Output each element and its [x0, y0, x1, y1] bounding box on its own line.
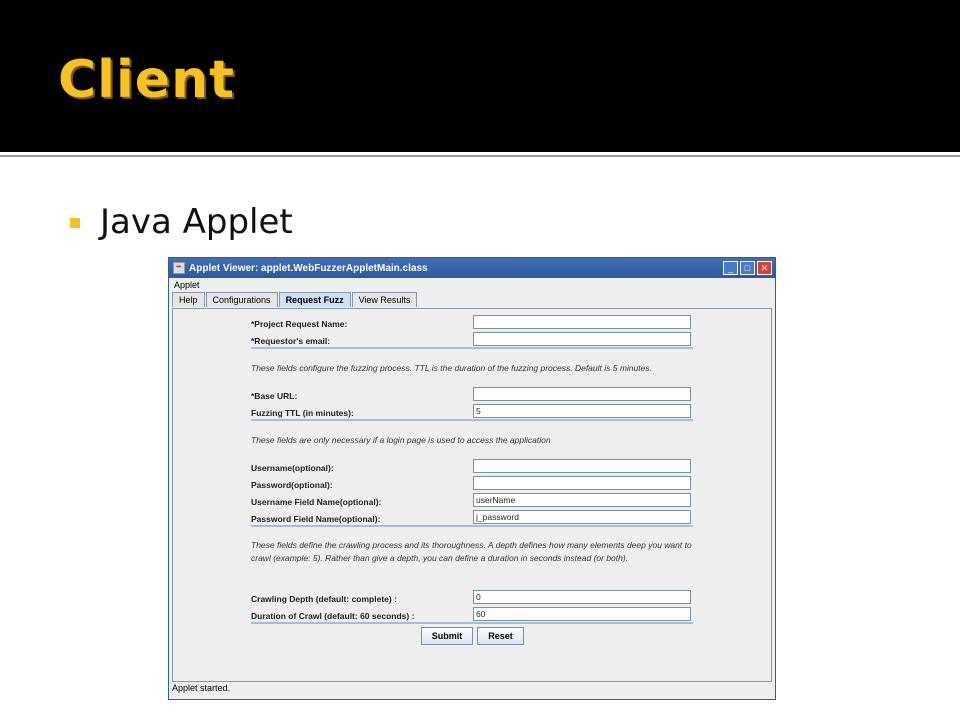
login-note: These fields are only necessary if a log… [251, 435, 551, 445]
password-field-label: Password Field Name(optional): [251, 514, 381, 524]
crawl-duration-label: Duration of Crawl (default: 60 seconds) … [251, 611, 415, 621]
fuzzing-note: These fields configure the fuzzing proce… [251, 363, 652, 373]
submit-button[interactable]: Submit [421, 627, 473, 645]
row-password-field: Password Field Name(optional): j_passwor… [251, 510, 693, 527]
header-divider [0, 155, 960, 157]
username-field-input[interactable]: userName [473, 493, 691, 507]
slide-header: Client [0, 0, 960, 152]
tab-configurations[interactable]: Configurations [205, 292, 278, 307]
tab-bar: Help Configurations Request Fuzz View Re… [169, 292, 775, 308]
row-username-field: Username Field Name(optional): userName [251, 493, 693, 510]
username-field-label: Username Field Name(optional): [251, 497, 382, 507]
password-label: Password(optional): [251, 480, 333, 490]
minimize-icon[interactable]: _ [723, 261, 738, 275]
row-requestor-email: *Requestor's email: [251, 332, 693, 349]
request-fuzz-panel: *Project Request Name: *Requestor's emai… [172, 308, 772, 682]
crawling-depth-label: Crawling Depth (default: complete) : [251, 594, 397, 604]
requestor-email-input[interactable] [473, 332, 691, 346]
applet-window: ☕ Applet Viewer: applet.WebFuzzerAppletM… [168, 257, 776, 700]
fuzzing-ttl-input[interactable]: 5 [473, 404, 691, 418]
slide-title: Client [58, 50, 235, 110]
password-input[interactable] [473, 476, 691, 490]
status-bar: Applet started. [172, 683, 231, 693]
base-url-input[interactable] [473, 387, 691, 401]
fuzzing-ttl-label: Fuzzing TTL (in minutes): [251, 408, 354, 418]
row-password: Password(optional): [251, 476, 693, 493]
tab-request-fuzz[interactable]: Request Fuzz [278, 292, 351, 307]
close-icon[interactable]: ✕ [757, 261, 772, 275]
project-request-name-input[interactable] [473, 315, 691, 329]
window-title: Applet Viewer: applet.WebFuzzerAppletMai… [189, 262, 428, 274]
reset-button[interactable]: Reset [477, 627, 524, 645]
bullet-icon [70, 218, 80, 228]
row-fuzzing-ttl: Fuzzing TTL (in minutes): 5 [251, 404, 693, 421]
bullet-text: Java Applet [100, 202, 293, 242]
username-label: Username(optional): [251, 463, 334, 473]
row-crawling-depth: Crawling Depth (default: complete) : 0 [251, 590, 693, 607]
row-crawl-duration: Duration of Crawl (default: 60 seconds) … [251, 607, 693, 624]
row-username: Username(optional): [251, 459, 693, 476]
menu-applet[interactable]: Applet [169, 278, 775, 292]
crawl-duration-input[interactable]: 60 [473, 607, 691, 621]
row-project-request-name: *Project Request Name: [251, 315, 693, 332]
crawl-note: These fields define the crawling process… [251, 540, 692, 563]
requestor-email-label: *Requestor's email: [251, 336, 331, 346]
window-titlebar[interactable]: ☕ Applet Viewer: applet.WebFuzzerAppletM… [169, 258, 775, 278]
tab-view-results[interactable]: View Results [351, 292, 418, 307]
java-icon: ☕ [173, 262, 185, 274]
project-request-name-label: *Project Request Name: [251, 319, 348, 329]
username-input[interactable] [473, 459, 691, 473]
base-url-label: *Base URL: [251, 391, 298, 401]
window-controls: _ □ ✕ [723, 261, 772, 275]
maximize-icon[interactable]: □ [740, 261, 755, 275]
password-field-input[interactable]: j_password [473, 510, 691, 524]
crawling-depth-input[interactable]: 0 [473, 590, 691, 604]
tab-help[interactable]: Help [172, 292, 205, 307]
row-base-url: *Base URL: [251, 387, 693, 404]
